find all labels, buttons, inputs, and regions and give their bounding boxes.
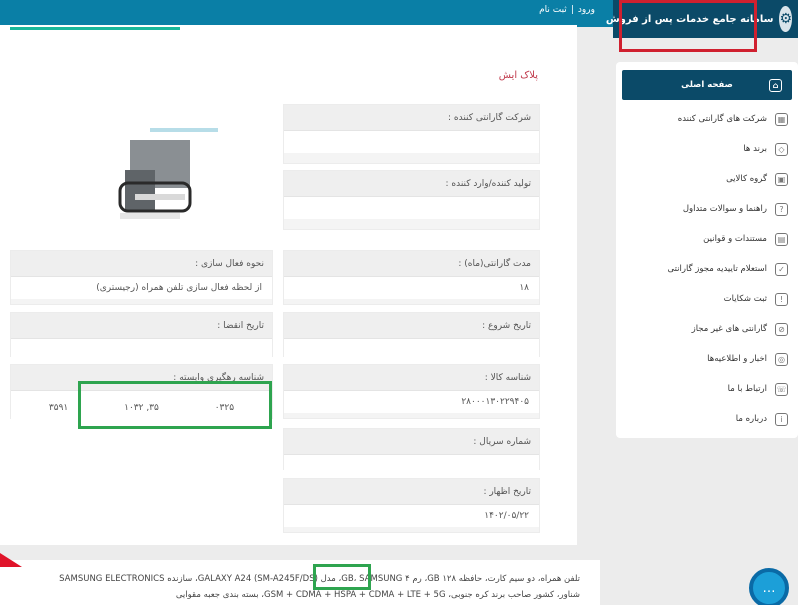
building-icon: ▦ bbox=[775, 112, 788, 126]
warranty-company-value bbox=[284, 131, 539, 153]
warranty-company-label: شرکت گارانتی کننده : bbox=[284, 105, 539, 131]
block-icon: ⊘ bbox=[775, 322, 788, 336]
corner-decoration bbox=[0, 553, 22, 567]
warranty-duration-field: مدت گارانتی(ماه) : ۱۸ bbox=[283, 250, 540, 305]
sidebar-item-license-inquiry[interactable]: ✓ استعلام تاییدیه مجوز گارانتی bbox=[616, 254, 798, 284]
sidebar-item-label: راهنما و سوالات متداول bbox=[682, 204, 767, 214]
producer-value bbox=[284, 197, 539, 219]
sidebar: ⌂ صفحه اصلی ▦ شرکت های گارانتی کننده ◇ ب… bbox=[616, 62, 798, 438]
help-icon: ? bbox=[775, 202, 788, 216]
warranty-company-field: شرکت گارانتی کننده : bbox=[283, 104, 540, 164]
phone-icon: ☏ bbox=[775, 382, 788, 396]
sidebar-item-label: برند ها bbox=[743, 144, 767, 154]
start-date-field: تاریخ شروع : bbox=[283, 312, 540, 361]
sidebar-item-faq[interactable]: ? راهنما و سوالات متداول bbox=[616, 194, 798, 224]
serial-value bbox=[284, 455, 539, 477]
sidebar-item-unauthorized[interactable]: ⊘ گارانتی های غیر مجاز bbox=[616, 314, 798, 344]
auth-links: ورود | ثبت نام bbox=[530, 0, 604, 19]
expiry-date-value bbox=[11, 339, 272, 361]
activation-method-label: نحوه فعال سازی : bbox=[11, 251, 272, 277]
info-icon: i bbox=[775, 412, 788, 426]
sidebar-item-documents[interactable]: ▤ مستندات و قوانین bbox=[616, 224, 798, 254]
page-heading: پلاک ایش bbox=[498, 70, 538, 81]
tag-icon: ◇ bbox=[775, 142, 788, 156]
certificate-icon: ✓ bbox=[775, 262, 788, 276]
activation-method-field: نحوه فعال سازی : از لحظه فعال سازی تلفن … bbox=[10, 250, 273, 305]
sidebar-item-label: شرکت های گارانتی کننده bbox=[677, 114, 767, 124]
sidebar-item-label: درباره ما bbox=[735, 414, 767, 424]
warranty-duration-label: مدت گارانتی(ماه) : bbox=[284, 251, 539, 277]
producer-field: تولید کننده/وارد کننده : bbox=[283, 170, 540, 230]
highlight-box-tracking bbox=[78, 381, 272, 429]
expiry-date-label: تاریخ انقضا : bbox=[11, 313, 272, 339]
expiry-date-field: تاریخ انقضا : bbox=[10, 312, 273, 361]
sidebar-item-label: گارانتی های غیر مجاز bbox=[691, 324, 767, 334]
product-id-label: شناسه کالا : bbox=[284, 365, 539, 391]
sidebar-item-complaints[interactable]: ! ثبت شکایات bbox=[616, 284, 798, 314]
start-date-label: تاریخ شروع : bbox=[284, 313, 539, 339]
login-link[interactable]: ورود bbox=[578, 5, 595, 15]
sidebar-item-label: استعلام تاییدیه مجوز گارانتی bbox=[667, 264, 767, 274]
declaration-date-value: ۱۴۰۲/۰۵/۲۲ bbox=[284, 505, 539, 527]
serial-field: شماره سریال : bbox=[283, 428, 540, 477]
producer-label: تولید کننده/وارد کننده : bbox=[284, 171, 539, 197]
highlight-box-title bbox=[619, 0, 757, 52]
sidebar-item-warranty-companies[interactable]: ▦ شرکت های گارانتی کننده bbox=[616, 104, 798, 134]
home-icon: ⌂ bbox=[769, 78, 782, 92]
complaint-icon: ! bbox=[775, 292, 788, 306]
sidebar-item-label: گروه کالایی bbox=[726, 174, 767, 184]
product-description-line2: شناور، کشور صاحب برند کره جنوبی، GSM + C… bbox=[175, 590, 580, 600]
start-date-value bbox=[284, 339, 539, 361]
tracking-id-part: ۳۵۹۱ bbox=[48, 403, 69, 413]
chat-icon[interactable]: … bbox=[749, 568, 789, 605]
product-description: تلفن همراه، دو سیم کارت، حافظه ۱۲۸ GB، ر… bbox=[0, 560, 600, 605]
sidebar-item-about[interactable]: i درباره ما bbox=[616, 404, 798, 434]
highlight-box-brand bbox=[313, 564, 371, 590]
sidebar-item-news[interactable]: ◎ اخبار و اطلاعیه‌ها bbox=[616, 344, 798, 374]
serial-label: شماره سریال : bbox=[284, 429, 539, 455]
product-id-value: ۲۸۰۰۰۱۳۰۲۲۹۴۰۵ bbox=[284, 391, 539, 413]
activation-method-value: از لحظه فعال سازی تلفن همراه (رجیستری) bbox=[11, 277, 272, 299]
register-link[interactable]: ثبت نام bbox=[539, 5, 567, 15]
product-image bbox=[115, 128, 220, 228]
warranty-duration-value: ۱۸ bbox=[284, 277, 539, 299]
declaration-date-label: تاریخ اظهار : bbox=[284, 479, 539, 505]
box-icon: ▣ bbox=[775, 172, 788, 186]
news-icon: ◎ bbox=[775, 352, 788, 366]
sidebar-item-label: صفحه اصلی bbox=[681, 80, 733, 90]
sidebar-item-brands[interactable]: ◇ برند ها bbox=[616, 134, 798, 164]
sidebar-item-product-group[interactable]: ▣ گروه کالایی bbox=[616, 164, 798, 194]
sidebar-item-home[interactable]: ⌂ صفحه اصلی bbox=[622, 70, 792, 100]
sidebar-item-label: مستندات و قوانین bbox=[703, 234, 767, 244]
auth-separator: | bbox=[570, 4, 574, 15]
sidebar-item-label: ارتباط با ما bbox=[727, 384, 767, 394]
sidebar-item-label: اخبار و اطلاعیه‌ها bbox=[707, 354, 767, 364]
sidebar-item-label: ثبت شکایات bbox=[723, 294, 767, 304]
book-icon: ▤ bbox=[775, 232, 788, 246]
logo-icon: ⚙ bbox=[779, 6, 792, 32]
main-accent-bar bbox=[10, 27, 180, 30]
sidebar-item-contact[interactable]: ☏ ارتباط با ما bbox=[616, 374, 798, 404]
product-id-field: شناسه کالا : ۲۸۰۰۰۱۳۰۲۲۹۴۰۵ bbox=[283, 364, 540, 419]
declaration-date-field: تاریخ اظهار : ۱۴۰۲/۰۵/۲۲ bbox=[283, 478, 540, 533]
